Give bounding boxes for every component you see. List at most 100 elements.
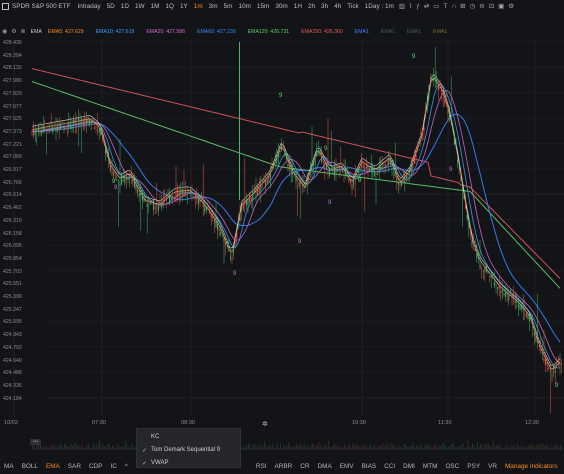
chart-type-icon[interactable] [2,2,9,10]
candle-body [415,154,417,158]
compare-icon[interactable]: ⇄ [422,2,431,10]
volume-bar [267,446,269,450]
volume-bar [444,445,446,450]
candle-body [194,195,196,200]
volume-bar [296,443,297,450]
indicator-icon[interactable]: ƒ [414,3,422,10]
interval-tab[interactable]: 1M [148,3,163,10]
volume-bar [422,447,424,450]
volume-bar [475,447,477,450]
candle-body [525,313,527,317]
symbol-selector[interactable]: SPDR S&P 500 ETF [0,2,71,10]
price-axis: 428.436 428.284 428.132 427.980 427.829 427.6… [3,40,43,420]
candlestick-icon[interactable]: ▥ [397,2,407,10]
ema60-line [31,113,561,343]
indicator-tab[interactable]: DMA [314,463,336,470]
candle-body [545,357,547,365]
text-icon[interactable]: T [441,3,449,10]
interval-tab[interactable]: 10m [235,3,253,10]
interval-tab[interactable]: 1D [118,3,132,10]
candle-body [47,128,49,130]
indicator-tab[interactable]: EMV [336,463,358,470]
chevron-up-icon[interactable]: ^ [121,463,132,470]
candle-body [378,165,380,173]
indicator-tab[interactable]: MTM [419,463,442,470]
visibility-icon[interactable]: ◉ [0,28,7,35]
clock-icon[interactable]: ◷ [468,2,478,10]
price-tick-label: 426.614 [3,192,22,199]
candle-body [401,180,403,186]
candle-body [191,194,193,196]
volume-bar [396,446,398,450]
indicator-tab[interactable]: ARBR [271,463,297,470]
indicator-tab[interactable]: MA [0,463,18,470]
ruler-icon[interactable]: ⊞ [458,2,467,10]
dropdown-item[interactable]: ✓ VWAP [137,457,242,469]
interval-tab[interactable]: 30m [272,3,290,10]
indicator-tab[interactable]: OSC [441,463,463,470]
candle-body [420,138,422,141]
indicator-tab[interactable]: BOLL [18,463,42,470]
dropdown-item[interactable]: ✓ Tom Demark Sequential 9 [137,444,242,456]
volume-bar [331,447,333,450]
candle-body [391,159,393,166]
draw-icon[interactable]: ∩ [449,3,458,10]
interval-tab[interactable]: 4h [331,3,344,10]
price-chart[interactable]: 99999999999 [0,40,564,424]
interval-tab[interactable]: Intraday [75,3,104,10]
candle-body [265,180,267,187]
manage-indicators-button[interactable]: Manage Indicators [505,463,558,470]
indicator-tab[interactable]: CCI [380,463,399,470]
crosshair-settings-icon[interactable]: ✲ [262,420,270,428]
candle-body [181,190,183,194]
indicator-tab[interactable]: IC [106,463,120,470]
interval-tab[interactable]: 1W [132,3,148,10]
candle-body [202,200,204,207]
volume-bar [329,446,331,450]
volume-bar [102,443,104,450]
sequential-marker: 9 [114,185,118,191]
indicator-tab[interactable]: SAR [64,463,85,470]
indicator-tab[interactable]: CDP [85,463,107,470]
indicator-tab[interactable]: BIAS [358,463,381,470]
volume-bar [473,444,475,450]
interval-tab[interactable]: 1Y [177,3,191,10]
candle-body [364,166,366,168]
interval-tab[interactable]: 1Day : 1m [362,3,397,10]
comment-icon[interactable]: ▭ [431,2,441,10]
interval-tab[interactable]: 3h [318,3,331,10]
volume-bar [128,447,129,450]
indicator-tab[interactable]: RSI [252,463,271,470]
layout-icon[interactable]: ⊡ [487,2,496,10]
volume-bar [48,447,49,450]
volume-bar [252,443,254,450]
indicator-tab[interactable]: CR [296,463,313,470]
interval-tab[interactable]: 5m [221,3,236,10]
candle-body [375,172,377,174]
candle-body [541,351,543,353]
interval-tab[interactable]: 1m [191,3,206,10]
candle-body [76,123,78,124]
interval-tab[interactable]: 15m [254,3,272,10]
interval-tab[interactable]: 5D [104,3,118,10]
candle-body [519,304,521,310]
interval-tab[interactable]: 2h [305,3,318,10]
indicator-tab[interactable]: DMI [399,463,419,470]
cycle-icon[interactable]: ⊖ [477,2,486,10]
settings-icon[interactable]: ⚙ [9,28,16,35]
close-icon[interactable]: ⊗ [19,28,26,35]
interval-tab[interactable]: 1H [291,3,305,10]
price-tick-label: 427.525 [3,116,22,123]
indicator-tab[interactable]: VR [484,463,501,470]
chart-style-icon[interactable]: ⌇ [407,2,414,10]
interval-tab[interactable]: 3m [206,3,221,10]
indicator-tab[interactable]: EMA [42,463,64,470]
candle-body [252,191,254,201]
dropdown-item[interactable]: KC [137,431,242,443]
interval-tab[interactable]: Tick [344,3,361,10]
indicator-tab[interactable]: PSY [463,463,484,470]
settings-icon[interactable]: ⚙ [506,2,516,10]
camera-icon[interactable]: ▣ [496,2,506,10]
interval-tab[interactable]: 1Q [162,3,177,10]
collapse-button[interactable]: ••• [30,439,41,445]
